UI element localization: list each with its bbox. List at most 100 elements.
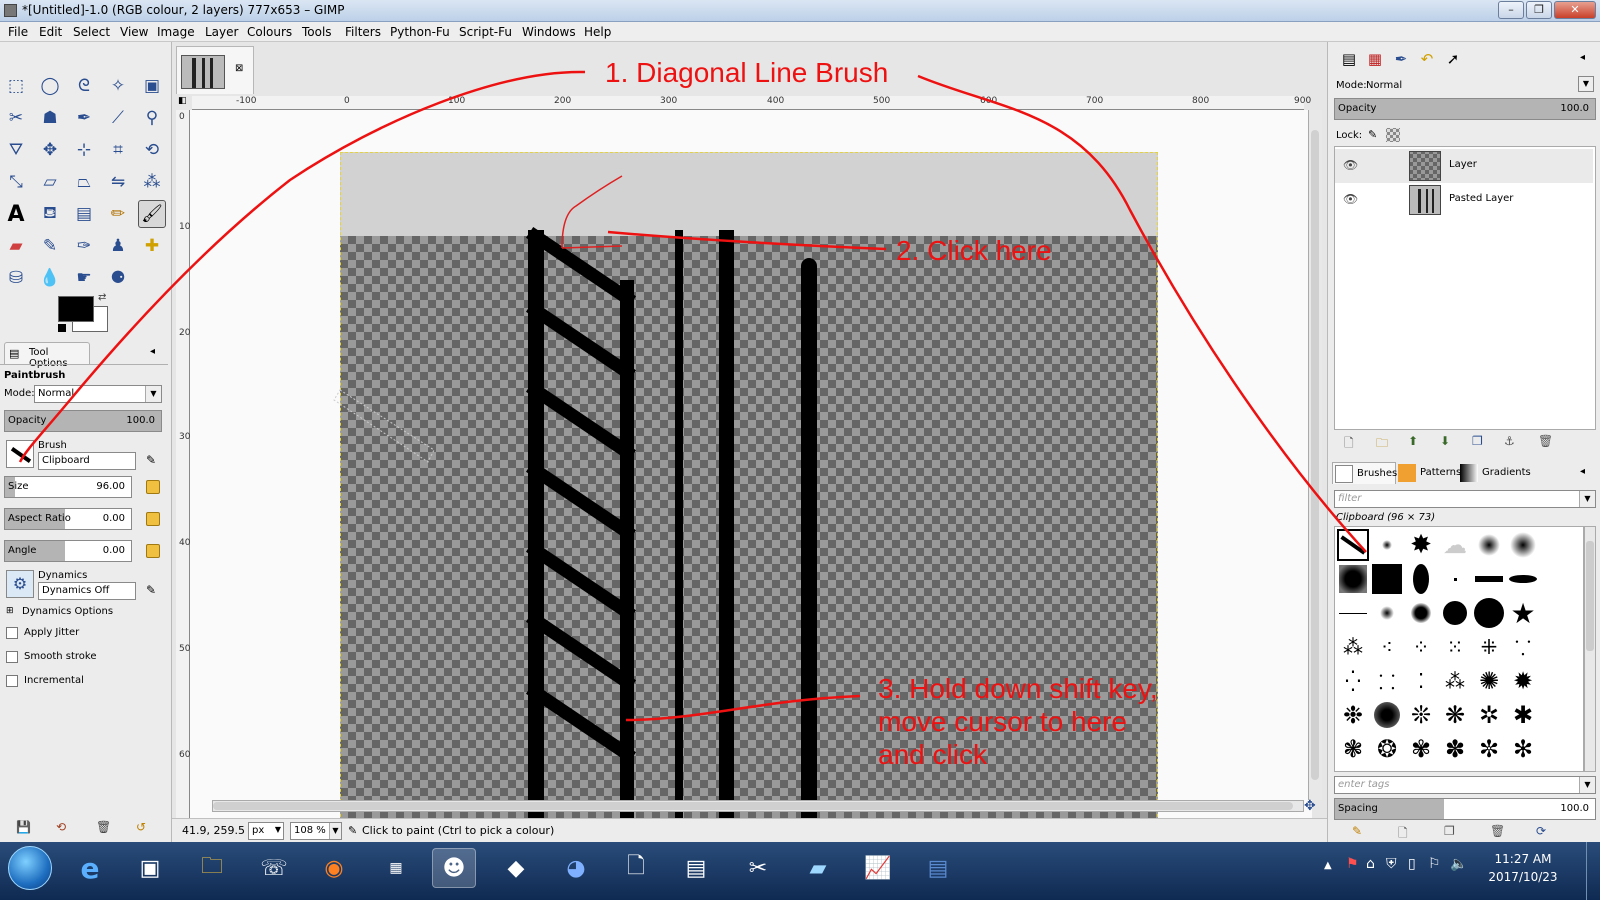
scissors-icon[interactable]: ✂ bbox=[2, 104, 30, 132]
menu-python-fu[interactable]: Python-Fu bbox=[390, 25, 450, 39]
brush-cell[interactable]: ⸪ bbox=[1507, 631, 1539, 663]
menu-help[interactable]: Help bbox=[584, 25, 611, 39]
reset-size-button[interactable] bbox=[146, 480, 160, 494]
menu-filters[interactable]: Filters bbox=[345, 25, 381, 39]
delete-brush-icon[interactable]: 🗑 bbox=[1490, 824, 1505, 838]
explorer-folder-icon[interactable]: 🗀 bbox=[190, 848, 234, 888]
reset-angle-button[interactable] bbox=[146, 544, 160, 558]
brushes-tab[interactable]: Brushes bbox=[1332, 462, 1397, 484]
brush-cell[interactable]: ❃ bbox=[1337, 733, 1369, 765]
tray-expand-icon[interactable]: ▲ bbox=[1324, 860, 1332, 871]
edit-brush-icon[interactable]: ✎ bbox=[146, 453, 156, 467]
aspect-ratio-slider[interactable]: Aspect Ratio 0.00 bbox=[4, 508, 132, 530]
menu-windows[interactable]: Windows bbox=[522, 25, 576, 39]
layer-opacity-slider[interactable]: Opacity 100.0 bbox=[1334, 98, 1596, 120]
rect-select-icon[interactable]: ⬚ bbox=[2, 72, 30, 100]
bucket-fill-icon[interactable]: ⛾ bbox=[36, 200, 64, 228]
raise-layer-icon[interactable]: ⬆ bbox=[1408, 434, 1418, 448]
brush-cell[interactable] bbox=[1371, 529, 1403, 561]
menu-tools[interactable]: Tools bbox=[302, 25, 332, 39]
menu-layer[interactable]: Layer bbox=[205, 25, 238, 39]
tray-security-icon[interactable]: ⛨ bbox=[1386, 856, 1397, 872]
chevron-down-icon[interactable]: ▼ bbox=[1578, 76, 1594, 92]
brush-cell[interactable]: ✼ bbox=[1473, 733, 1505, 765]
brush-cell[interactable]: ✸ bbox=[1405, 529, 1437, 561]
layer-mode-value[interactable]: Normal bbox=[1366, 80, 1402, 91]
new-layer-group-icon[interactable]: 🗀 bbox=[1376, 434, 1388, 455]
reset-colors-icon[interactable] bbox=[58, 324, 66, 332]
brush-cell[interactable] bbox=[1439, 597, 1471, 629]
mode-combo[interactable]: Normal ▼ bbox=[34, 385, 162, 403]
color-select-icon[interactable]: ▣ bbox=[138, 72, 166, 100]
brush-cell[interactable]: ⸬ bbox=[1371, 665, 1403, 697]
start-button[interactable] bbox=[8, 846, 52, 890]
brush-cell[interactable]: ❂ bbox=[1371, 733, 1403, 765]
shear-icon[interactable]: ▱ bbox=[36, 168, 64, 196]
brush-cell[interactable] bbox=[1405, 597, 1437, 629]
brush-cell[interactable] bbox=[1439, 563, 1471, 595]
chart-app-icon[interactable]: 📈 bbox=[856, 848, 900, 888]
brush-cell[interactable] bbox=[1473, 597, 1505, 629]
horizontal-scrollbar[interactable] bbox=[212, 800, 1304, 812]
brush-filter-input[interactable]: filter ▼ bbox=[1334, 490, 1596, 508]
tray-flag-icon[interactable]: ⚑ bbox=[1346, 856, 1359, 872]
vertical-scrollbar[interactable] bbox=[1308, 110, 1322, 800]
brush-cell[interactable] bbox=[1405, 563, 1437, 595]
ie-icon[interactable]: e bbox=[68, 848, 112, 888]
opacity-slider[interactable]: Opacity 100.0 bbox=[4, 410, 162, 432]
delete-layer-icon[interactable]: 🗑 bbox=[1538, 434, 1553, 448]
pointer-tab-icon[interactable]: ➚ bbox=[1442, 48, 1464, 70]
browser-icon[interactable]: ◕ bbox=[554, 848, 598, 888]
layer-row-pasted-layer[interactable]: 👁 Pasted Layer bbox=[1335, 183, 1593, 217]
menu-view[interactable]: View bbox=[120, 25, 148, 39]
word-document-icon[interactable]: ▤ bbox=[916, 848, 960, 888]
lock-alpha-icon[interactable] bbox=[1386, 128, 1400, 142]
brush-cell[interactable] bbox=[1507, 529, 1539, 561]
quick-mask-icon[interactable]: ◧ bbox=[178, 96, 187, 106]
zoom-icon[interactable]: ⚲ bbox=[138, 104, 166, 132]
patterns-tab[interactable]: Patterns bbox=[1398, 462, 1461, 484]
reset-options-icon[interactable]: ↺ bbox=[136, 820, 146, 834]
airbrush-icon[interactable]: ✎ bbox=[36, 232, 64, 260]
brush-cell[interactable]: ✲ bbox=[1473, 699, 1505, 731]
menu-image[interactable]: Image bbox=[157, 25, 195, 39]
brush-cell[interactable] bbox=[1337, 563, 1369, 595]
configure-tab-icon[interactable]: ◂ bbox=[150, 346, 155, 357]
brush-cell[interactable] bbox=[1473, 563, 1505, 595]
brush-cell[interactable] bbox=[1473, 529, 1505, 561]
close-button[interactable]: ✕ bbox=[1554, 1, 1596, 19]
brush-name-field[interactable]: Clipboard bbox=[38, 452, 136, 470]
visibility-eye-icon[interactable]: 👁 bbox=[1343, 192, 1358, 206]
flip-icon[interactable]: ⇋ bbox=[104, 168, 132, 196]
layers-tab-icon[interactable]: ▤ bbox=[1338, 48, 1360, 70]
brush-cell[interactable]: ⁘ bbox=[1405, 631, 1437, 663]
pencil-icon[interactable]: ✏ bbox=[104, 200, 132, 228]
foreground-select-icon[interactable]: ☗ bbox=[36, 104, 64, 132]
tray-device-icon[interactable]: ▯ bbox=[1408, 856, 1416, 872]
canvas-area[interactable] bbox=[190, 110, 1312, 842]
scale-icon[interactable]: ⤡ bbox=[2, 168, 30, 196]
swap-colors-icon[interactable]: ⇄ bbox=[98, 292, 106, 303]
menu-edit[interactable]: Edit bbox=[39, 25, 62, 39]
image-tab[interactable]: ⊠ bbox=[176, 46, 254, 94]
channels-tab-icon[interactable]: ▦ bbox=[1364, 48, 1386, 70]
brush-cell[interactable] bbox=[1507, 563, 1539, 595]
scroll-thumb[interactable] bbox=[1586, 541, 1594, 651]
brush-cell[interactable] bbox=[1337, 597, 1369, 629]
brush-cell[interactable]: ⁙ bbox=[1439, 631, 1471, 663]
sticky-app-icon[interactable]: ▰ bbox=[796, 848, 840, 888]
menu-colours[interactable]: Colours bbox=[247, 25, 292, 39]
scroll-thumb[interactable] bbox=[213, 802, 1293, 810]
brush-cell[interactable]: ✽ bbox=[1439, 733, 1471, 765]
angle-slider[interactable]: Angle 0.00 bbox=[4, 540, 132, 562]
edit-dynamics-icon[interactable]: ✎ bbox=[146, 583, 156, 597]
dynamics-field[interactable]: Dynamics Off bbox=[38, 582, 136, 600]
tool-options-tab[interactable]: ▤ Tool Options bbox=[4, 342, 90, 369]
size-slider[interactable]: Size 96.00 bbox=[4, 476, 132, 498]
cage-icon[interactable]: ⁂ bbox=[138, 168, 166, 196]
paintbrush-icon[interactable]: 🖌 bbox=[138, 200, 166, 228]
network-icon[interactable]: ☏ bbox=[252, 848, 296, 888]
tray-network-icon[interactable]: ⌂ bbox=[1366, 856, 1375, 872]
clock-date[interactable]: 2017/10/23 bbox=[1478, 870, 1568, 884]
blend-icon[interactable]: ▤ bbox=[70, 200, 98, 228]
